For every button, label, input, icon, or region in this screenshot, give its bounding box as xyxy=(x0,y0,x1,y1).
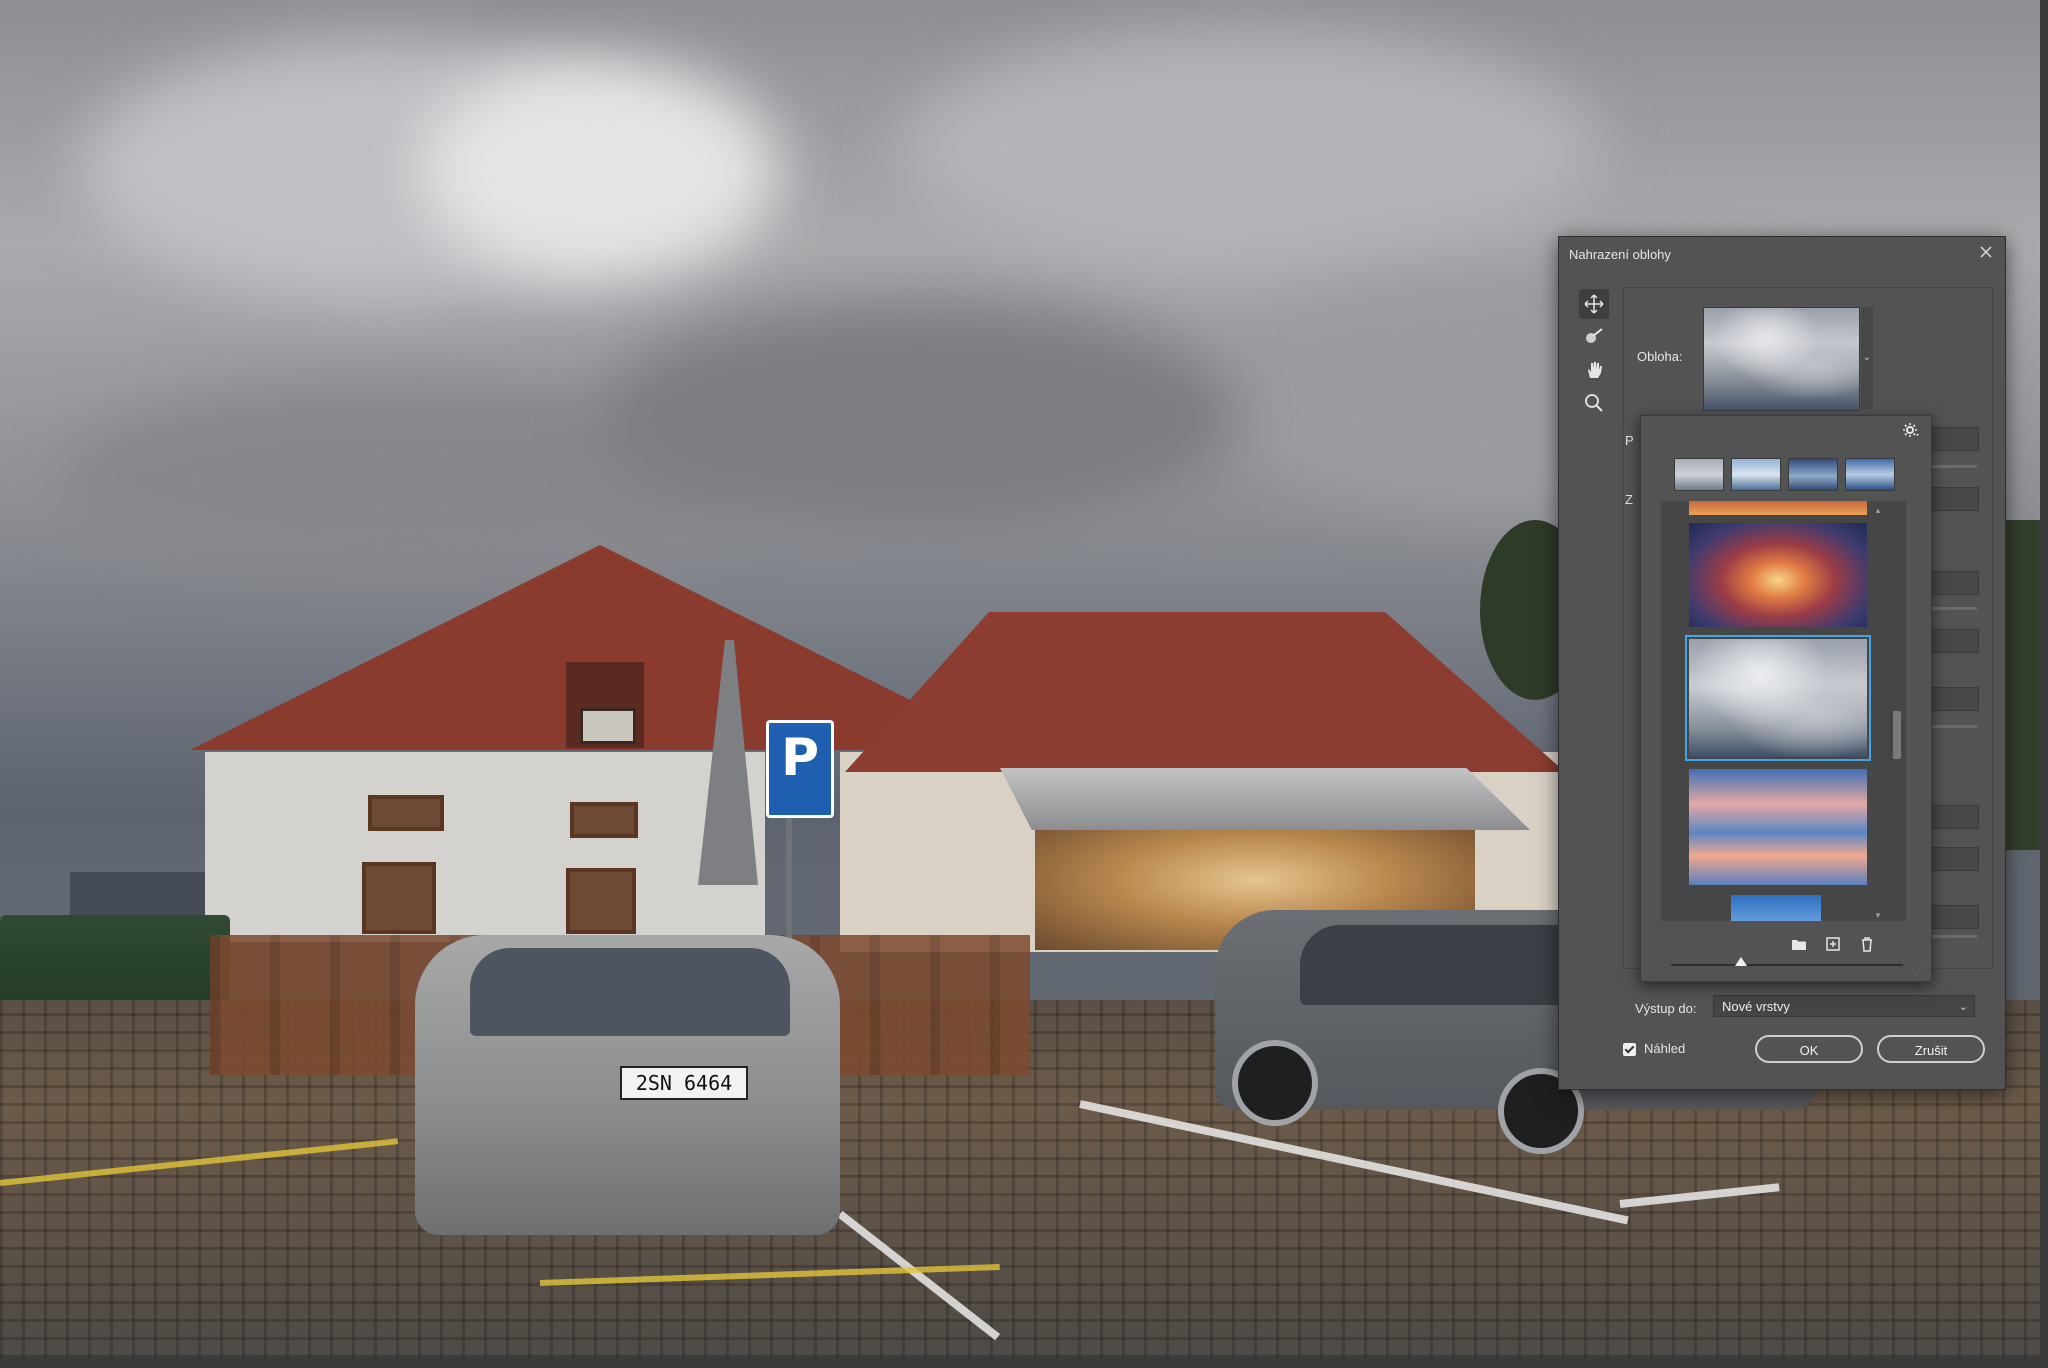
car-window xyxy=(470,948,790,1036)
zoom-icon[interactable] xyxy=(1579,388,1609,418)
sky-list[interactable] xyxy=(1661,501,1906,921)
value-field[interactable] xyxy=(1931,629,1979,653)
window xyxy=(362,862,436,934)
value-field[interactable] xyxy=(1931,487,1979,511)
preview-label: Náhled xyxy=(1644,1041,1686,1056)
sky-label: Obloha: xyxy=(1637,349,1683,364)
sky-item-blue-sky[interactable] xyxy=(1731,895,1821,921)
dialog-title: Nahrazení oblohy xyxy=(1569,247,1671,262)
sky-picker-popup: ▲ ▼ ⋰ xyxy=(1640,415,1932,982)
cloud xyxy=(600,300,1240,530)
move-icon[interactable] xyxy=(1579,289,1609,319)
folder-icon[interactable] xyxy=(1791,936,1807,952)
hand-icon[interactable] xyxy=(1579,355,1609,385)
resize-grip-icon[interactable]: ⋰ xyxy=(1915,966,1925,977)
window xyxy=(566,868,636,934)
cloud xyxy=(900,30,1600,270)
cloud xyxy=(420,60,780,280)
slider-track[interactable] xyxy=(1931,465,1977,468)
dormer-window xyxy=(580,708,636,744)
new-sky-icon[interactable] xyxy=(1825,936,1841,952)
output-select-value: Nové vrstvy xyxy=(1722,999,1790,1014)
trash-icon[interactable] xyxy=(1859,936,1875,952)
preset-thumb-2[interactable] xyxy=(1731,458,1781,491)
license-plate: 2SN 6464 xyxy=(620,1066,748,1100)
list-scrollbar[interactable] xyxy=(1893,711,1901,759)
preset-thumb-3[interactable] xyxy=(1788,458,1838,491)
partial-label: Z xyxy=(1625,492,1633,507)
sky-preview[interactable] xyxy=(1703,307,1860,411)
sky-item-sunset-top[interactable] xyxy=(1689,501,1867,515)
preset-thumb-1[interactable] xyxy=(1674,458,1724,491)
gear-icon[interactable] xyxy=(1903,422,1919,441)
window xyxy=(570,802,638,838)
ok-button[interactable]: OK xyxy=(1755,1035,1863,1063)
scroll-up-icon[interactable]: ▲ xyxy=(1874,506,1882,515)
sky-dropdown-toggle[interactable]: ⌄ xyxy=(1861,307,1873,409)
value-field[interactable] xyxy=(1931,687,1979,711)
value-field[interactable] xyxy=(1931,847,1979,871)
scroll-down-icon[interactable]: ▼ xyxy=(1874,911,1882,920)
close-icon[interactable] xyxy=(1975,242,1997,264)
value-field[interactable] xyxy=(1931,571,1979,595)
value-field[interactable] xyxy=(1931,427,1979,451)
value-field[interactable] xyxy=(1931,805,1979,829)
output-select[interactable]: Nové vrstvy ⌄ xyxy=(1713,995,1975,1017)
preset-thumb-4[interactable] xyxy=(1845,458,1895,491)
preview-checkbox[interactable] xyxy=(1623,1043,1636,1056)
brush-icon[interactable] xyxy=(1579,322,1609,352)
awning xyxy=(1000,768,1530,830)
partial-label: P xyxy=(1625,433,1634,448)
cancel-button[interactable]: Zrušit xyxy=(1877,1035,1985,1063)
sky-item-cloudy-gray[interactable] xyxy=(1685,635,1871,761)
thumbnail-size-slider[interactable] xyxy=(1671,964,1903,966)
slider-track[interactable] xyxy=(1931,725,1977,728)
car-wheel xyxy=(1232,1040,1318,1126)
value-field[interactable] xyxy=(1931,905,1979,929)
chevron-down-icon: ⌄ xyxy=(1958,1001,1968,1013)
window xyxy=(368,795,444,831)
sky-item-pink-clouds[interactable] xyxy=(1689,769,1867,885)
parking-sign: P xyxy=(766,720,834,818)
slider-track[interactable] xyxy=(1931,607,1977,610)
sky-item-fiery-sunset[interactable] xyxy=(1689,523,1867,627)
house-wall xyxy=(205,752,765,942)
slider-track[interactable] xyxy=(1931,935,1977,938)
thumbnail-size-thumb[interactable] xyxy=(1734,957,1747,966)
output-label: Výstup do: xyxy=(1635,1001,1697,1016)
